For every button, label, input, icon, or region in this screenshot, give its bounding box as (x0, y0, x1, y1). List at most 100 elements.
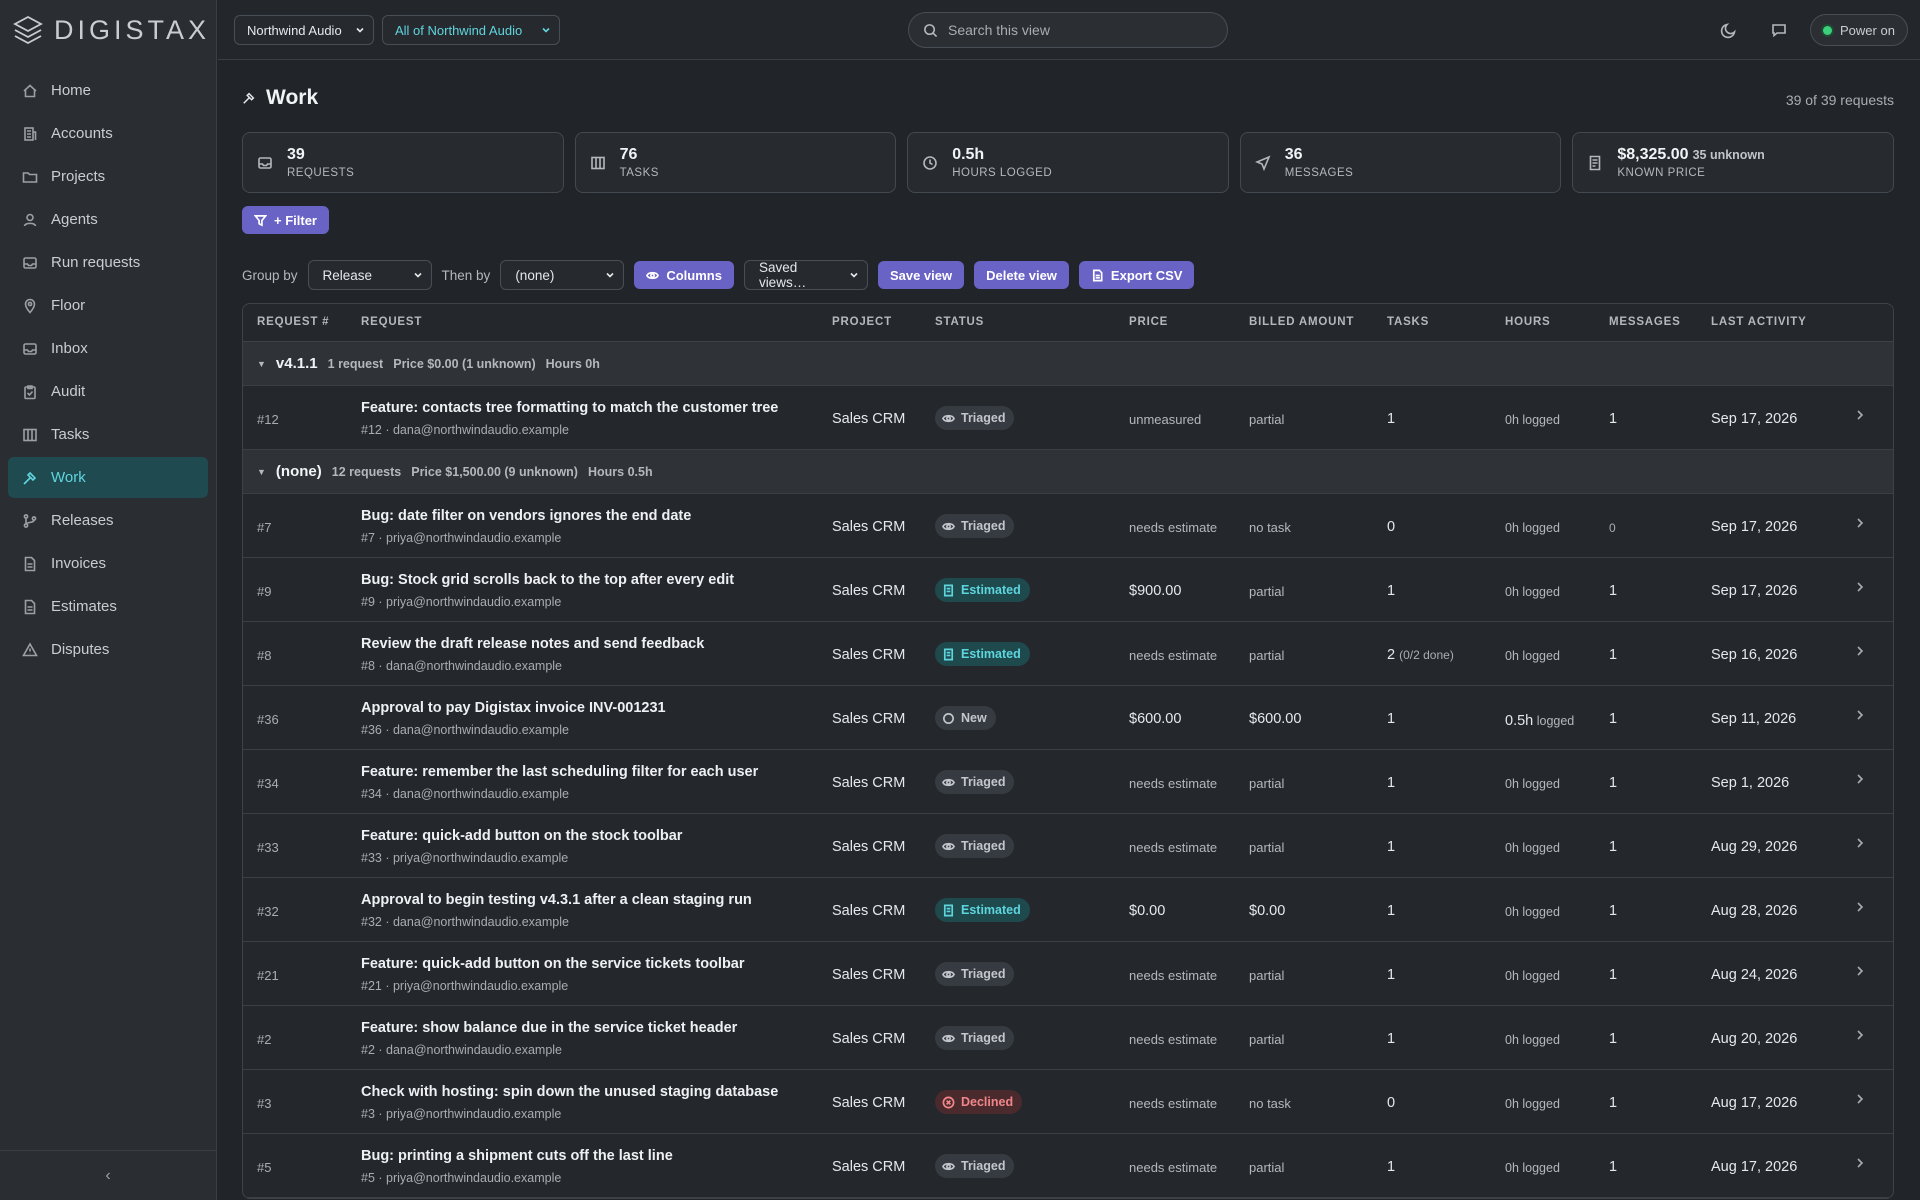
request-title[interactable]: Review the draft release notes and send … (361, 636, 704, 652)
request-title[interactable]: Approval to pay Digistax invoice INV-001… (361, 700, 666, 716)
table-row[interactable]: #12 Feature: contacts tree formatting to… (243, 386, 1893, 450)
table-row[interactable]: #7 Bug: date filter on vendors ignores t… (243, 494, 1893, 558)
sidebar-item-floor[interactable]: Floor (8, 285, 208, 326)
column-header[interactable]: BILLED AMOUNT (1249, 316, 1354, 328)
eye-icon (942, 522, 955, 530)
chevron-right-icon[interactable] (1853, 772, 1867, 786)
circle-icon (943, 712, 954, 724)
search-input[interactable] (948, 22, 1208, 38)
request-title[interactable]: Feature: quick-add button on the service… (361, 956, 745, 972)
page-title: Work (266, 86, 319, 109)
chevron-right-icon[interactable] (1853, 644, 1867, 658)
table-row[interactable]: #3 Check with hosting: spin down the unu… (243, 1070, 1893, 1134)
then-by-select[interactable]: (none) (500, 260, 625, 290)
chevron-down-icon (850, 272, 858, 278)
chat-icon[interactable] (1770, 21, 1788, 39)
sidebar-item-projects[interactable]: Projects (8, 156, 208, 197)
status-badge: Triaged (935, 406, 1015, 430)
scope-select[interactable]: All of Northwind Audio (382, 15, 560, 45)
column-header[interactable]: MESSAGES (1609, 316, 1681, 328)
last-activity: Aug 17, 2026 (1711, 1095, 1798, 1111)
chevron-right-icon[interactable] (1853, 580, 1867, 594)
hours-text: 0h logged (1505, 521, 1560, 535)
sidebar-item-work[interactable]: Work (8, 457, 208, 498)
sidebar-item-home[interactable]: Home (8, 70, 208, 111)
request-title[interactable]: Feature: quick-add button on the stock t… (361, 828, 682, 844)
sidebar-item-label: Releases (51, 512, 114, 529)
request-id: #8 (257, 648, 272, 663)
chevron-right-icon[interactable] (1853, 1028, 1867, 1042)
logo[interactable]: DIGISTAX (12, 14, 210, 46)
save-view-button[interactable]: Save view (877, 261, 965, 289)
caret-down-icon[interactable]: ▼ (257, 467, 266, 477)
table-row[interactable]: #8 Review the draft release notes and se… (243, 622, 1893, 686)
sidebar-item-accounts[interactable]: Accounts (8, 113, 208, 154)
request-title[interactable]: Bug: printing a shipment cuts off the la… (361, 1148, 673, 1164)
request-title[interactable]: Bug: Stock grid scrolls back to the top … (361, 572, 734, 588)
tasks-count: 1 (1387, 411, 1396, 427)
saved-views-select[interactable]: Saved views… (743, 260, 868, 290)
sidebar-item-tasks[interactable]: Tasks (8, 414, 208, 455)
account-select-value: Northwind Audio (247, 22, 342, 38)
table-row[interactable]: #36 Approval to pay Digistax invoice INV… (243, 686, 1893, 750)
request-title[interactable]: Bug: date filter on vendors ignores the … (361, 508, 691, 524)
delete-view-button[interactable]: Delete view (974, 261, 1069, 289)
moon-icon[interactable] (1720, 21, 1738, 39)
sidebar-item-releases[interactable]: Releases (8, 500, 208, 541)
column-header[interactable]: LAST ACTIVITY (1711, 316, 1807, 328)
messages-count: 1 (1609, 1031, 1618, 1047)
request-title[interactable]: Check with hosting: spin down the unused… (361, 1084, 778, 1100)
request-title[interactable]: Feature: show balance due in the service… (361, 1020, 737, 1036)
column-header[interactable]: REQUEST (361, 316, 422, 328)
sidebar-item-estimates[interactable]: Estimates (8, 586, 208, 627)
chevron-right-icon[interactable] (1853, 708, 1867, 722)
search-box[interactable] (908, 12, 1228, 48)
stat-value: 76 (619, 146, 638, 163)
chevron-right-icon[interactable] (1853, 408, 1867, 422)
table-row[interactable]: #32 Approval to begin testing v4.3.1 aft… (243, 878, 1893, 942)
sidebar-item-inbox[interactable]: Inbox (8, 328, 208, 369)
collapse-sidebar-button[interactable]: ‹ (0, 1150, 216, 1200)
sidebar-item-agents[interactable]: Agents (8, 199, 208, 240)
chevron-right-icon[interactable] (1853, 900, 1867, 914)
table-row[interactable]: #33 Feature: quick-add button on the sto… (243, 814, 1893, 878)
column-header[interactable]: PRICE (1129, 316, 1168, 328)
account-select[interactable]: Northwind Audio (234, 15, 374, 45)
price: $0.00 (1129, 903, 1166, 919)
columns-button[interactable]: Columns (634, 261, 734, 289)
chevron-right-icon[interactable] (1853, 836, 1867, 850)
request-title[interactable]: Approval to begin testing v4.3.1 after a… (361, 892, 752, 908)
table-row[interactable]: #5 Bug: printing a shipment cuts off the… (243, 1134, 1893, 1198)
chevron-right-icon[interactable] (1853, 964, 1867, 978)
add-filter-button[interactable]: + Filter (242, 206, 329, 234)
table-row[interactable]: #9 Bug: Stock grid scrolls back to the t… (243, 558, 1893, 622)
export-csv-button[interactable]: Export CSV (1078, 261, 1195, 289)
column-header[interactable]: REQUEST # (257, 316, 329, 328)
table-row[interactable]: #21 Feature: quick-add button on the ser… (243, 942, 1893, 1006)
table-row[interactable]: #2 Feature: show balance due in the serv… (243, 1006, 1893, 1070)
sidebar-item-run-requests[interactable]: Run requests (8, 242, 208, 283)
group-header[interactable]: ▼ v4.1.1 1 request Price $0.00 (1 unknow… (243, 342, 1893, 386)
column-header[interactable]: HOURS (1505, 316, 1551, 328)
sidebar-item-audit[interactable]: Audit (8, 371, 208, 412)
caret-down-icon[interactable]: ▼ (257, 359, 266, 369)
power-label: Power on (1840, 22, 1895, 38)
power-toggle[interactable]: Power on (1810, 14, 1908, 46)
table-row[interactable]: #34 Feature: remember the last schedulin… (243, 750, 1893, 814)
sidebar-item-label: Accounts (51, 125, 113, 142)
sidebar-item-disputes[interactable]: Disputes (8, 629, 208, 670)
column-header[interactable]: TASKS (1387, 316, 1429, 328)
column-header[interactable]: PROJECT (832, 316, 892, 328)
hours-text: 0h logged (1505, 969, 1560, 983)
chevron-right-icon[interactable] (1853, 516, 1867, 530)
group-by-select[interactable]: Release (307, 260, 432, 290)
group-header[interactable]: ▼ (none) 12 requests Price $1,500.00 (9 … (243, 450, 1893, 494)
sidebar-item-invoices[interactable]: Invoices (8, 543, 208, 584)
hours-cell: 0h logged (1505, 1033, 1560, 1047)
request-title[interactable]: Feature: contacts tree formatting to mat… (361, 400, 778, 416)
column-header[interactable]: STATUS (935, 316, 984, 328)
chevron-right-icon[interactable] (1853, 1092, 1867, 1106)
request-subtitle: #12 · dana@northwindaudio.example (361, 423, 569, 437)
request-title[interactable]: Feature: remember the last scheduling fi… (361, 764, 758, 780)
chevron-right-icon[interactable] (1853, 1156, 1867, 1170)
